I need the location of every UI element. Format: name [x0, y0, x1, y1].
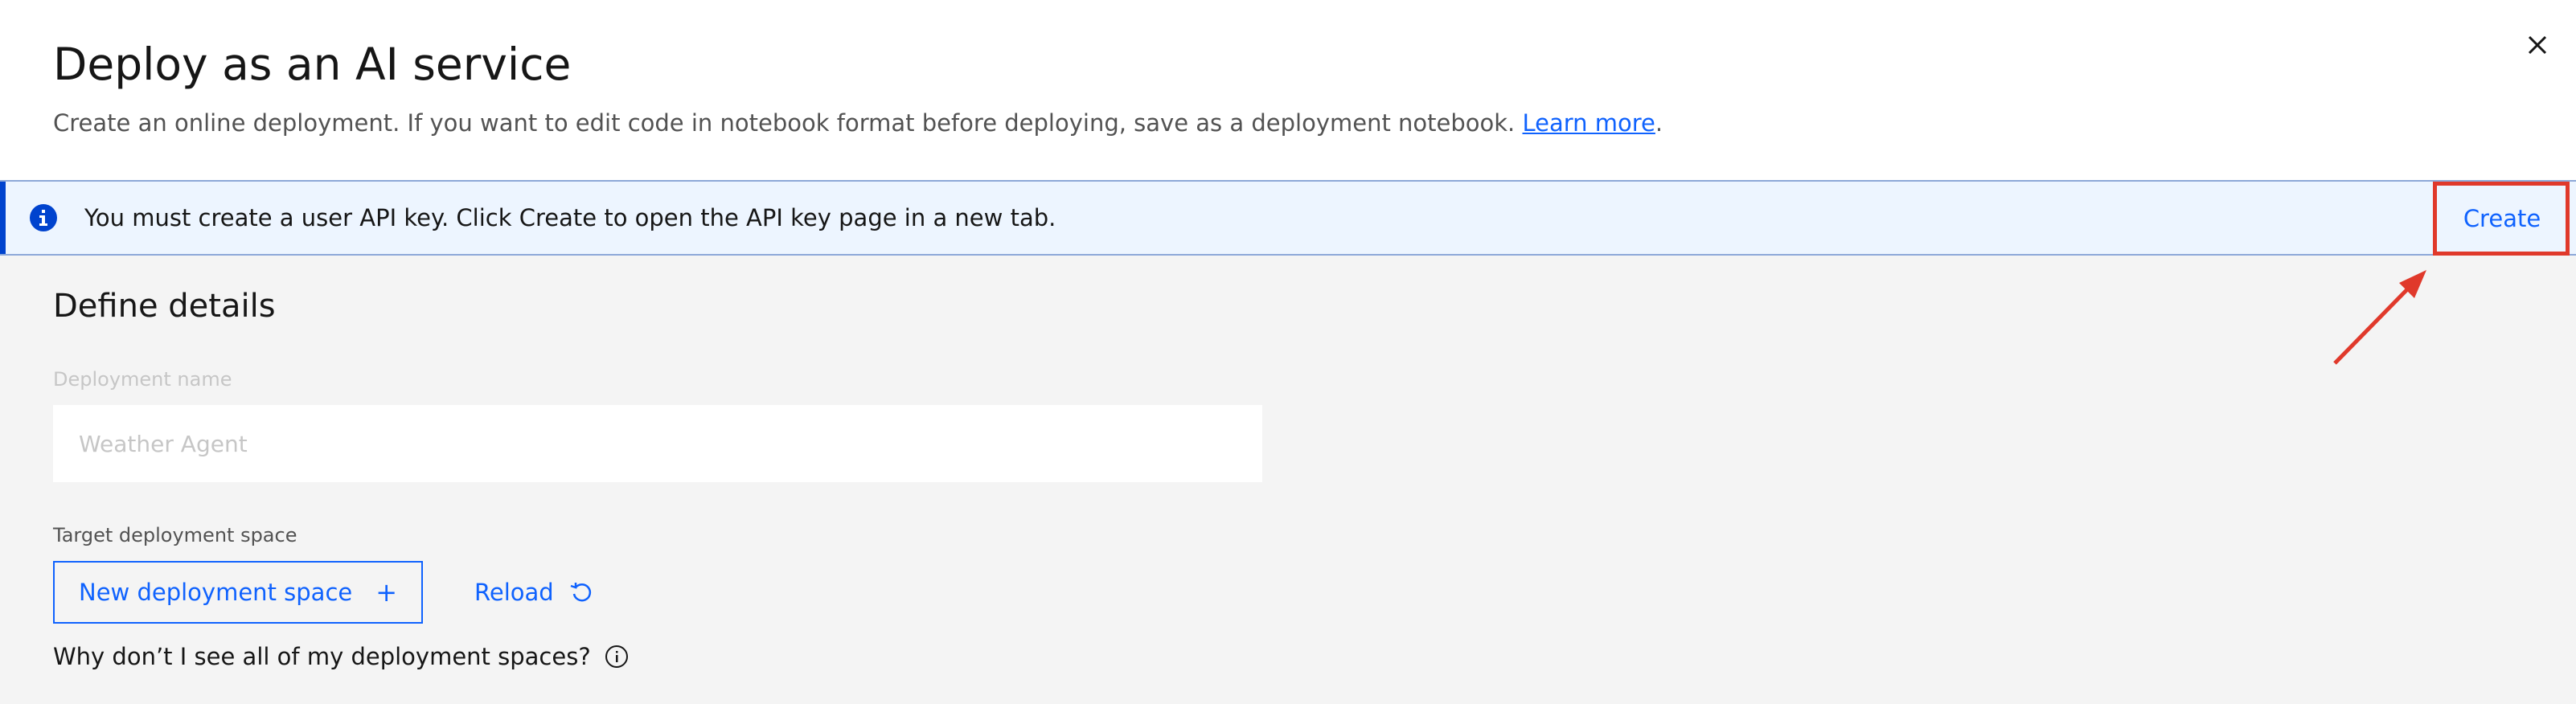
information-icon[interactable]: [604, 644, 630, 669]
subtitle-text: Create an online deployment. If you want…: [53, 109, 1516, 137]
reload-button[interactable]: Reload: [474, 561, 594, 624]
deployment-name-label: Deployment name: [53, 368, 232, 391]
info-notification: You must create a user API key. Click Cr…: [0, 180, 2576, 256]
reload-label: Reload: [474, 579, 554, 606]
close-icon: [2528, 35, 2547, 55]
info-icon: [30, 204, 57, 231]
modal-title: Deploy as an AI service: [53, 39, 572, 90]
learn-more-link[interactable]: Learn more: [1523, 109, 1655, 137]
notification-accent-bar: [0, 182, 6, 254]
new-deployment-space-label: New deployment space: [79, 579, 353, 606]
create-api-key-button[interactable]: Create: [2434, 182, 2570, 256]
deployment-name-input[interactable]: [53, 405, 1262, 482]
plus-icon: +: [375, 577, 397, 608]
notification-message: You must create a user API key. Click Cr…: [84, 204, 1056, 231]
reload-icon: [570, 583, 591, 602]
close-button[interactable]: [2515, 23, 2560, 68]
target-space-label: Target deployment space: [53, 524, 297, 546]
help-question-text: Why don’t I see all of my deployment spa…: [53, 643, 591, 670]
new-deployment-space-button[interactable]: New deployment space +: [53, 561, 423, 624]
modal-subtitle: Create an online deployment. If you want…: [53, 109, 1663, 137]
deployment-spaces-help: Why don’t I see all of my deployment spa…: [53, 643, 630, 670]
modal-header: Deploy as an AI service Create an online…: [0, 0, 2576, 180]
section-title-define-details: Define details: [53, 288, 276, 325]
subtitle-period: .: [1655, 109, 1663, 137]
